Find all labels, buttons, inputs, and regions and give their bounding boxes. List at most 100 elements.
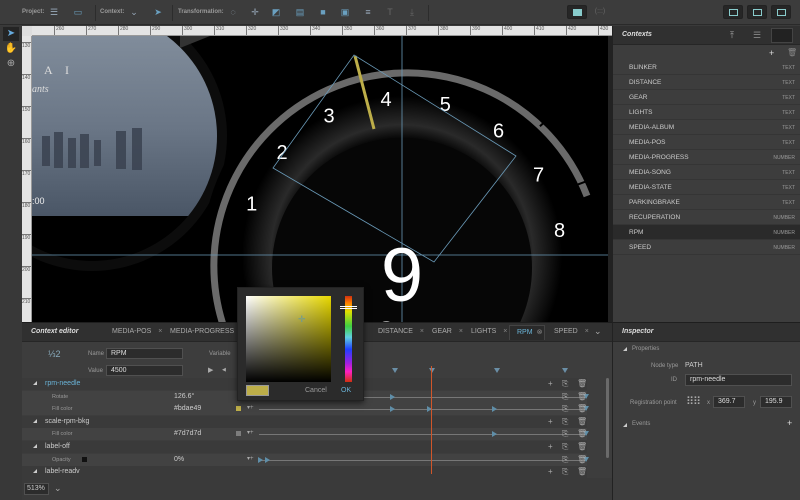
keyframe-track[interactable] — [259, 409, 587, 411]
keyframe-track[interactable] — [259, 434, 587, 436]
delete-icon[interactable]: 🗑 — [577, 429, 587, 438]
tab-distance[interactable]: DISTANCE × — [378, 328, 424, 335]
keyframe[interactable] — [390, 393, 395, 400]
timeline-property-row[interactable]: Opacity 0% ▾+ ⎘ 🗑 — [22, 453, 589, 466]
context-list-item[interactable]: MEDIA-ALBUM TEXT — [613, 120, 800, 135]
toggle-bottom-panel-button[interactable] — [723, 5, 743, 19]
reg-x-input[interactable]: 369.7 — [713, 396, 745, 408]
add-property-icon[interactable]: + — [548, 442, 553, 451]
rotate-icon[interactable]: ◌ — [227, 6, 239, 18]
context-list-item[interactable]: RPM NUMBER — [613, 225, 800, 240]
keyframe[interactable] — [258, 456, 263, 463]
tab-gear[interactable]: GEAR × — [432, 328, 463, 335]
tab-media-progress[interactable]: MEDIA-PROGRESS› — [170, 328, 244, 335]
move-anchor-icon[interactable]: ✛ — [249, 6, 261, 18]
scale-icon[interactable]: ◩ — [270, 6, 282, 18]
zoom-level-field[interactable]: 513% — [24, 483, 49, 495]
timeline-scrollbar[interactable] — [606, 378, 609, 458]
context-list-item[interactable]: MEDIA-SONG TEXT — [613, 165, 800, 180]
cancel-button[interactable]: Cancel — [305, 387, 327, 394]
keyframe[interactable] — [390, 406, 395, 413]
tabs-overflow-chevron-icon[interactable]: ⌄ — [594, 326, 602, 337]
add-keyframe-icon[interactable]: ▾+ — [247, 404, 254, 411]
context-list-item[interactable]: RECUPERATION NUMBER — [613, 210, 800, 225]
delete-icon[interactable]: 🗑 — [577, 467, 587, 476]
color-swatch[interactable] — [236, 431, 241, 437]
play-icon[interactable]: ▶ — [208, 366, 213, 374]
keyframe[interactable] — [265, 456, 270, 463]
add-property-icon[interactable]: + — [548, 467, 553, 476]
select-tool-icon[interactable]: ➤ — [3, 27, 19, 41]
copy-icon[interactable]: ⎘ — [562, 417, 568, 427]
delete-icon[interactable]: 🗑 — [577, 379, 587, 388]
context-list-item[interactable]: DISTANCE TEXT — [613, 75, 800, 90]
context-dropdown-icon[interactable]: ⌄ — [128, 6, 140, 18]
timeline-marker[interactable] — [562, 368, 568, 373]
layers-icon[interactable]: ▤ — [294, 6, 306, 18]
tab-lights[interactable]: LIGHTS × — [471, 328, 507, 335]
add-property-icon[interactable]: + — [548, 379, 553, 388]
ok-button[interactable]: OK — [341, 387, 351, 394]
tab-rpm[interactable]: RPM ⊗ — [517, 328, 542, 336]
context-list-item[interactable]: MEDIA-PROGRESS NUMBER — [613, 150, 800, 165]
vertical-ruler[interactable]: 130 140 150 160 170 180 190 200 210 — [22, 36, 32, 322]
expand-triangle-icon[interactable] — [33, 381, 37, 385]
import-context-icon[interactable]: ⤒ — [730, 30, 734, 41]
context-list-item[interactable]: BLINKER TEXT — [613, 60, 800, 75]
context-list-item[interactable]: LIGHTS TEXT — [613, 105, 800, 120]
screen-view-button[interactable] — [567, 5, 587, 19]
context-list-item[interactable]: SPEED NUMBER — [613, 240, 800, 255]
keyframe[interactable] — [492, 431, 497, 438]
zoom-dropdown-chevron-icon[interactable]: ⌄ — [54, 483, 62, 494]
horizontal-ruler[interactable]: 260 270 280 290 300 310 320 330 340 350 360 370 380 3… — [32, 26, 612, 36]
delete-icon[interactable]: 🗑 — [577, 417, 587, 426]
context-list-item[interactable]: MEDIA-STATE TEXT — [613, 180, 800, 195]
context-list-item[interactable]: GEAR TEXT — [613, 90, 800, 105]
canvas-area[interactable]: 260 270 280 290 300 310 320 330 340 350 360 370 380 3… — [22, 26, 612, 322]
align-icon[interactable]: ≡ — [362, 6, 374, 18]
timeline-layer-row[interactable]: scale-rpm-bkg + ⎘ 🗑 — [22, 415, 587, 428]
design-stage[interactable]: A I ants :00 12345678 9 Gear — [22, 26, 612, 322]
timeline-playhead[interactable] — [431, 366, 432, 474]
keyframe-track[interactable] — [259, 459, 587, 461]
events-collapse-icon[interactable] — [623, 423, 627, 427]
copy-icon[interactable]: ⎘ — [562, 379, 568, 389]
expand-triangle-icon[interactable] — [33, 444, 37, 448]
timeline-marker[interactable] — [392, 368, 398, 373]
reg-y-input[interactable]: 195.9 — [760, 396, 792, 408]
detail-view-button[interactable] — [771, 28, 793, 43]
timeline-layer-row[interactable]: label-readv + ⎘ 🗑 — [22, 466, 587, 479]
registration-grid-icon[interactable]: ⠿⠿ — [686, 395, 701, 408]
tab-speed[interactable]: SPEED × — [554, 328, 589, 335]
timeline-layer-row[interactable]: label-off + ⎘ 🗑 — [22, 441, 587, 453]
color-swatch[interactable] — [236, 406, 241, 412]
expand-triangle-icon[interactable] — [33, 418, 37, 423]
context-list-item[interactable]: MEDIA-POS TEXT — [613, 135, 800, 150]
add-context-icon[interactable]: + — [769, 48, 774, 58]
copy-icon[interactable]: ⎘ — [562, 404, 568, 414]
tab-media-pos[interactable]: MEDIA-POS × — [112, 328, 162, 335]
copy-icon[interactable]: ⎘ — [562, 467, 568, 477]
property-value[interactable]: 126.6° — [174, 393, 194, 400]
id-input[interactable]: rpm-needle — [685, 374, 792, 386]
timeline-property-row[interactable]: Fill color #bdae49 ▾+ ⎘ 🗑 — [22, 403, 589, 416]
toggle-right-panel-button[interactable] — [747, 5, 767, 19]
project-export-icon[interactable]: ▭ — [72, 6, 84, 18]
property-value[interactable]: #bdae49 — [174, 405, 201, 412]
delete-icon[interactable]: 🗑 — [577, 455, 587, 464]
expand-triangle-icon[interactable] — [33, 469, 37, 474]
delete-icon[interactable]: 🗑 — [577, 442, 587, 451]
project-list-icon[interactable]: ☰ — [48, 6, 60, 18]
list-view-icon[interactable]: ☰ — [753, 30, 761, 41]
copy-icon[interactable]: ⎘ — [562, 429, 568, 439]
add-property-icon[interactable]: + — [548, 417, 553, 426]
delete-icon[interactable]: 🗑 — [577, 392, 587, 401]
property-value[interactable]: 0% — [174, 456, 184, 463]
timeline-marker[interactable] — [494, 368, 500, 373]
fill-icon[interactable]: ■ — [317, 6, 329, 18]
properties-collapse-icon[interactable] — [623, 347, 627, 351]
context-list-item[interactable]: PARKINGBRAKE TEXT — [613, 195, 800, 210]
add-event-icon[interactable]: + — [787, 418, 792, 428]
step-back-icon[interactable]: ◀ — [222, 367, 226, 373]
delete-context-icon[interactable]: 🗑 — [787, 48, 797, 57]
